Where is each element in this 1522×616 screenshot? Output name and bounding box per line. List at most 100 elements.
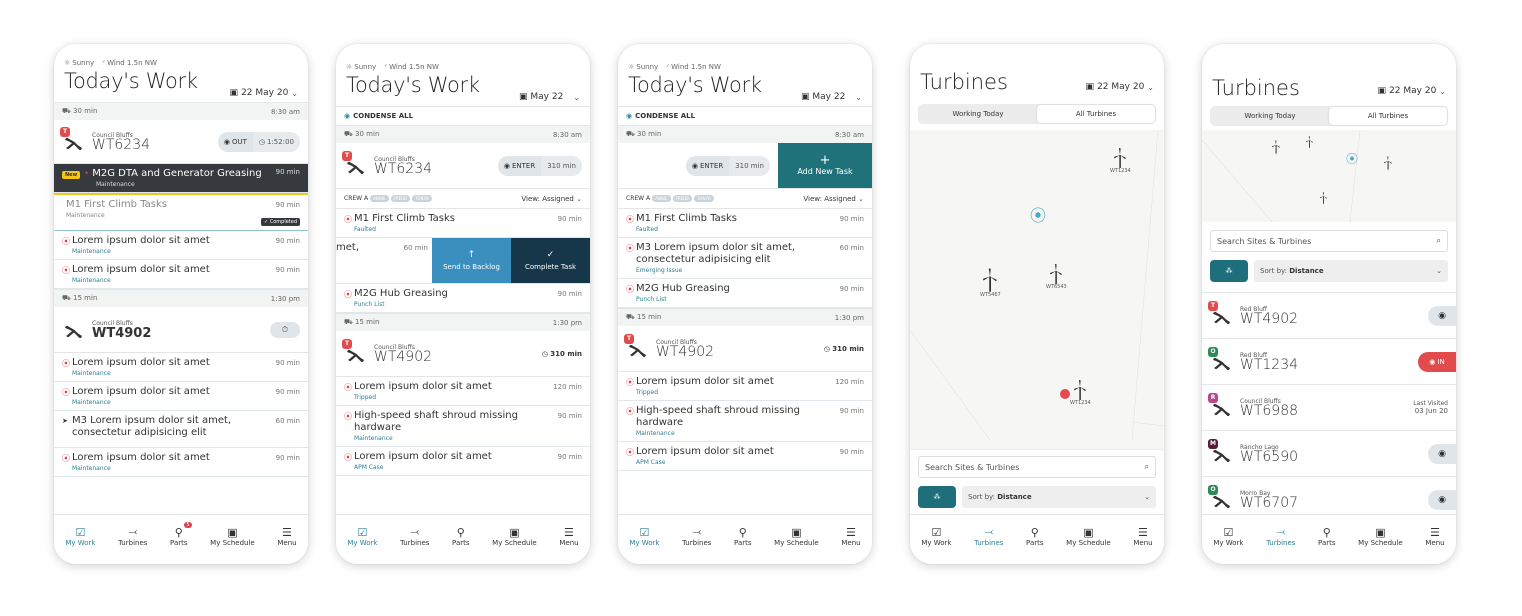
tab-working-today[interactable]: Working Today bbox=[1211, 107, 1329, 125]
nav-turbines[interactable]: ⤙ Turbines bbox=[974, 525, 1003, 547]
turbine-card[interactable]: T Council Bluffs WT6234 ◉ ENTER 310 min bbox=[336, 143, 590, 189]
nav-parts[interactable]: ⚲ Parts bbox=[452, 525, 469, 548]
nav-my-work[interactable]: ☑ My Work bbox=[629, 525, 659, 548]
turbine-list-item[interactable]: O Morro Bay WT6707 ◉ bbox=[1202, 477, 1456, 514]
search-input[interactable]: Search Sites & Turbines ⌕ bbox=[918, 456, 1156, 478]
task-row[interactable]: ⦿ Lorem ipsum dolor sit amet 90 min Mainten… bbox=[54, 260, 308, 289]
checked-in-button[interactable]: ◉ IN bbox=[1418, 351, 1456, 372]
filter-button[interactable]: ⁂ bbox=[1210, 260, 1248, 282]
nav-parts[interactable]: ⚲ Parts bbox=[1318, 525, 1335, 548]
nav-turbines[interactable]: ⤙ Turbines bbox=[118, 525, 147, 547]
task-row[interactable]: ⦿ M1 First Climb Tasks 90 min Faulted bbox=[336, 209, 590, 238]
task-row[interactable]: ⦿ M3 Lorem ipsum dolor sit amet, consecte… bbox=[618, 238, 872, 279]
nav-menu[interactable]: ☰ Menu bbox=[1425, 525, 1444, 548]
turbine-map[interactable]: ⦿ bbox=[1202, 130, 1456, 222]
crew-button[interactable]: ◉ bbox=[1428, 489, 1456, 510]
nav-turbines[interactable]: ⤙ Turbines bbox=[1266, 525, 1295, 547]
turbine-map[interactable]: WT1234 ⦿ WT5467 WT6543 WT1234 bbox=[910, 130, 1164, 449]
nav-my-schedule[interactable]: ▣ My Schedule bbox=[210, 525, 255, 548]
turbine-list-item[interactable]: R Council Bluffs WT6988 Last Visited 03 Jun … bbox=[1202, 385, 1456, 431]
nav-my-schedule[interactable]: ▣ My Schedule bbox=[1358, 525, 1403, 548]
search-input[interactable]: Search Sites & Turbines ⌕ bbox=[1210, 230, 1448, 252]
nav-menu[interactable]: ☰ Menu bbox=[559, 525, 578, 548]
work-list[interactable]: ◉ CONDENSE ALL ⛟ 30 min 8:30 am ◉ ENTER 31… bbox=[618, 106, 872, 514]
turbine-card[interactable]: T Council Bluffs WT4902 ◷ 310 min bbox=[618, 326, 872, 372]
nav-turbines[interactable]: ⤙ Turbines bbox=[400, 525, 429, 547]
nav-parts[interactable]: ⚲ Parts bbox=[1026, 525, 1043, 548]
task-row[interactable]: ⦿ Lorem ipsum dolor sit amet 90 min APM Cas… bbox=[336, 447, 590, 476]
condense-all-button[interactable]: ◉ CONDENSE ALL bbox=[618, 106, 872, 125]
work-list[interactable]: ◉ CONDENSE ALL ⛟ 30 min 8:30 am T Council… bbox=[336, 106, 590, 514]
enter-pill[interactable]: ◉ ENTER 310 min bbox=[497, 155, 582, 176]
turbine-card[interactable]: T Council Bluffs WT4902 ◷ 310 min bbox=[336, 331, 590, 377]
task-row-new[interactable]: New • M2G DTA and Generator Greasing 90 … bbox=[54, 164, 308, 193]
map-turbine-marker[interactable] bbox=[1306, 136, 1313, 148]
nav-menu[interactable]: ☰ Menu bbox=[1133, 525, 1152, 548]
start-timer-button[interactable]: ⏱ bbox=[270, 321, 300, 338]
task-row[interactable]: ⦿ Lorem ipsum dolor sit amet 90 min Mainten… bbox=[54, 353, 308, 382]
task-row[interactable]: ⦿ High-speed shaft shroud missing hardwar… bbox=[618, 401, 872, 442]
out-timer-pill[interactable]: ◉ OUT ◷ 1:52:00 bbox=[217, 131, 300, 152]
nav-menu[interactable]: ☰ Menu bbox=[277, 525, 296, 548]
task-row[interactable]: ⦿ Lorem ipsum dolor sit amet 90 min Mainten… bbox=[54, 448, 308, 477]
task-row[interactable]: ⦿ High-speed shaft shroud missing hardwar… bbox=[336, 406, 590, 447]
nav-menu[interactable]: ☰ Menu bbox=[841, 525, 860, 548]
date-picker[interactable]: ▣ May 22 ⌄ bbox=[801, 92, 862, 102]
date-picker[interactable]: ▣ 22 May 20 ⌄ bbox=[230, 88, 298, 98]
view-filter-dropdown[interactable]: View: Assigned ⌄ bbox=[803, 195, 864, 203]
send-to-backlog-button[interactable]: ↑ Send to Backlog bbox=[432, 238, 511, 283]
turbine-list[interactable]: T Red Bluff WT4902 ◉ O Red Bluff WT1234 ◉ IN R Cou… bbox=[1202, 292, 1456, 514]
turbine-list-item[interactable]: O Red Bluff WT1234 ◉ IN bbox=[1202, 339, 1456, 385]
task-row[interactable]: ⦿ Lorem ipsum dolor sit amet 120 min Trippe… bbox=[618, 372, 872, 401]
map-turbine-marker[interactable] bbox=[1384, 156, 1392, 170]
map-turbine-marker[interactable]: WT6543 bbox=[1046, 264, 1067, 290]
nav-my-schedule[interactable]: ▣ My Schedule bbox=[1066, 525, 1111, 548]
work-list[interactable]: ⛟ 30 min 8:30 am T Council Bluffs WT6234… bbox=[54, 102, 308, 514]
nav-my-work[interactable]: ☑ My Work bbox=[347, 525, 377, 548]
date-picker[interactable]: ▣ May 22 ⌄ bbox=[519, 92, 580, 102]
map-turbine-marker[interactable] bbox=[1320, 192, 1327, 204]
sort-dropdown[interactable]: Sort by: Distance ⌄ bbox=[962, 486, 1156, 508]
enter-pill[interactable]: ◉ ENTER 310 min bbox=[685, 155, 770, 176]
task-row[interactable]: ⦿ Lorem ipsum dolor sit amet 120 min Trippe… bbox=[336, 377, 590, 406]
map-turbine-marker[interactable]: WT5467 bbox=[980, 268, 1001, 298]
location-pin-icon[interactable]: ⦿ bbox=[1346, 150, 1358, 167]
task-row[interactable]: ⦿ M1 First Climb Tasks 90 min Faulted bbox=[618, 209, 872, 238]
sort-dropdown[interactable]: Sort by: Distance ⌄ bbox=[1254, 260, 1448, 282]
tab-working-today[interactable]: Working Today bbox=[919, 105, 1037, 123]
task-row-completed[interactable]: M1 First Climb Tasks 90 min Maintenance … bbox=[54, 195, 308, 231]
location-pin-icon[interactable]: ⦿ bbox=[1030, 202, 1046, 226]
crew-button[interactable]: ◉ bbox=[1428, 443, 1456, 464]
out-button[interactable]: ◉ OUT bbox=[218, 132, 253, 152]
turbine-list-item[interactable]: T Red Bluff WT4902 ◉ bbox=[1202, 293, 1456, 339]
date-picker[interactable]: ▣ 22 May 20 ⌄ bbox=[1378, 86, 1446, 96]
nav-turbines[interactable]: ⤙ Turbines bbox=[682, 525, 711, 547]
turbine-list-item[interactable]: M Rancho Lago WT6590 ◉ bbox=[1202, 431, 1456, 477]
task-row[interactable]: ⦿ M2G Hub Greasing 90 min Punch List bbox=[618, 279, 872, 308]
task-row[interactable]: ⦿ M2G Hub Greasing 90 min Punch List bbox=[336, 284, 590, 313]
filter-button[interactable]: ⁂ bbox=[918, 486, 956, 508]
enter-button[interactable]: ◉ ENTER bbox=[686, 156, 729, 176]
nav-my-work[interactable]: ☑ My Work bbox=[1213, 525, 1243, 548]
task-row[interactable]: ⦿ Lorem ipsum dolor sit amet 90 min APM Cas… bbox=[618, 442, 872, 471]
nav-my-schedule[interactable]: ▣ My Schedule bbox=[492, 525, 537, 548]
map-turbine-marker[interactable]: WT1234 bbox=[1070, 380, 1091, 406]
date-picker[interactable]: ▣ 22 May 20 ⌄ bbox=[1086, 82, 1154, 92]
add-new-task-button[interactable]: + Add New Task bbox=[778, 143, 872, 188]
map-turbine-marker[interactable]: WT1234 bbox=[1110, 148, 1131, 174]
nav-my-schedule[interactable]: ▣ My Schedule bbox=[774, 525, 819, 548]
nav-my-work[interactable]: ☑ My Work bbox=[921, 525, 951, 548]
nav-parts[interactable]: ⚲ Parts bbox=[734, 525, 751, 548]
tab-all-turbines[interactable]: All Turbines bbox=[1037, 105, 1155, 123]
turbine-card-swiped[interactable]: ◉ ENTER 310 min + Add New Task bbox=[618, 143, 872, 189]
nav-my-work[interactable]: ☑ My Work bbox=[65, 525, 95, 548]
turbine-card[interactable]: T Council Bluffs WT6234 ◉ OUT ◷ 1:52:00 bbox=[54, 120, 308, 164]
nav-parts[interactable]: ⚲ Parts 5 bbox=[170, 522, 192, 547]
task-row[interactable]: ⦿ Lorem ipsum dolor sit amet 90 min Mainten… bbox=[54, 231, 308, 260]
task-row[interactable]: ➤ M3 Lorem ipsum dolor sit amet, consecte… bbox=[54, 411, 308, 448]
tab-all-turbines[interactable]: All Turbines bbox=[1329, 107, 1447, 125]
enter-button[interactable]: ◉ ENTER bbox=[498, 156, 541, 176]
complete-task-button[interactable]: ✓ Complete Task bbox=[511, 238, 590, 283]
task-row-swiped[interactable]: met, 60 min ↑ Send to Backlog ✓ Complete Ta… bbox=[336, 238, 590, 284]
crew-button[interactable]: ◉ bbox=[1428, 305, 1456, 326]
